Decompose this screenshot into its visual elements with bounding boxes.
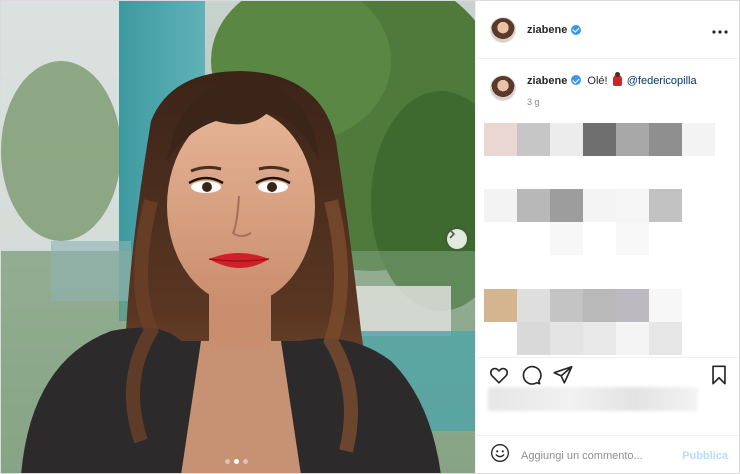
blur-block <box>517 289 550 322</box>
blur-block <box>583 123 616 156</box>
carousel-dot-active <box>234 459 239 464</box>
blur-block <box>484 289 517 322</box>
blur-block <box>550 189 583 222</box>
blur-block <box>616 189 649 222</box>
blur-block <box>517 123 550 156</box>
blur-block <box>484 189 517 222</box>
instagram-post-window: ziabene ziabene Olé! @federicopilla 3 g <box>0 0 740 474</box>
caption-mention-link[interactable]: @federicopilla <box>627 75 697 87</box>
blur-block <box>517 189 550 222</box>
emoji-picker-button[interactable] <box>490 443 510 468</box>
chevron-right-icon <box>449 229 456 239</box>
blur-block <box>616 222 649 255</box>
post-sidebar: ziabene ziabene Olé! @federicopilla 3 g <box>475 1 739 473</box>
avatar[interactable] <box>490 16 516 43</box>
blur-block <box>550 123 583 156</box>
blur-block <box>484 123 517 156</box>
blur-block <box>583 189 616 222</box>
post-caption: ziabene Olé! @federicopilla 3 g <box>490 72 730 110</box>
post-actions-bar <box>476 357 739 389</box>
verified-badge-icon <box>571 75 582 85</box>
blur-block <box>550 289 583 322</box>
caption-avatar[interactable] <box>490 75 516 101</box>
blur-block <box>550 322 583 355</box>
comment-input[interactable] <box>521 449 681 462</box>
share-button[interactable] <box>552 364 574 386</box>
caption-text: Olé! <box>587 75 608 87</box>
bookmark-icon <box>712 365 726 385</box>
post-username[interactable]: ziabene <box>527 24 567 36</box>
publish-comment-button[interactable]: Pubblica <box>682 450 728 462</box>
caption-username[interactable]: ziabene <box>527 75 567 87</box>
blur-block <box>616 322 649 355</box>
like-button[interactable] <box>488 364 510 386</box>
post-header: ziabene <box>476 1 739 59</box>
add-comment-bar: Pubblica <box>476 435 739 473</box>
comment-button[interactable] <box>520 364 542 386</box>
save-button[interactable] <box>708 364 730 386</box>
selfie-image <box>1 1 475 473</box>
blur-block <box>649 123 682 156</box>
blur-block <box>649 289 682 322</box>
paper-plane-icon <box>553 365 573 384</box>
comment-icon <box>522 365 542 385</box>
carousel-indicator <box>225 459 248 464</box>
carousel-dot <box>225 459 230 464</box>
blur-block <box>649 189 682 222</box>
more-horizontal-icon <box>712 30 728 34</box>
blur-block <box>583 322 616 355</box>
verified-badge-icon <box>571 24 582 35</box>
caption-body: ziabene Olé! @federicopilla 3 g <box>527 72 697 110</box>
blur-block <box>649 322 682 355</box>
dancer-emoji-icon <box>612 72 622 86</box>
heart-icon <box>489 367 509 384</box>
blur-block <box>616 289 649 322</box>
carousel-dot <box>243 459 248 464</box>
smiley-icon <box>491 444 509 462</box>
post-timestamp[interactable]: 3 g <box>527 94 697 110</box>
blur-block <box>517 322 550 355</box>
more-options-button[interactable] <box>712 21 728 37</box>
blur-block <box>583 289 616 322</box>
carousel-next-button[interactable] <box>447 229 467 249</box>
blur-block <box>616 123 649 156</box>
blurred-likes-info <box>488 387 698 411</box>
blur-block <box>682 123 715 156</box>
blur-block <box>550 222 583 255</box>
post-photo[interactable] <box>1 1 475 473</box>
